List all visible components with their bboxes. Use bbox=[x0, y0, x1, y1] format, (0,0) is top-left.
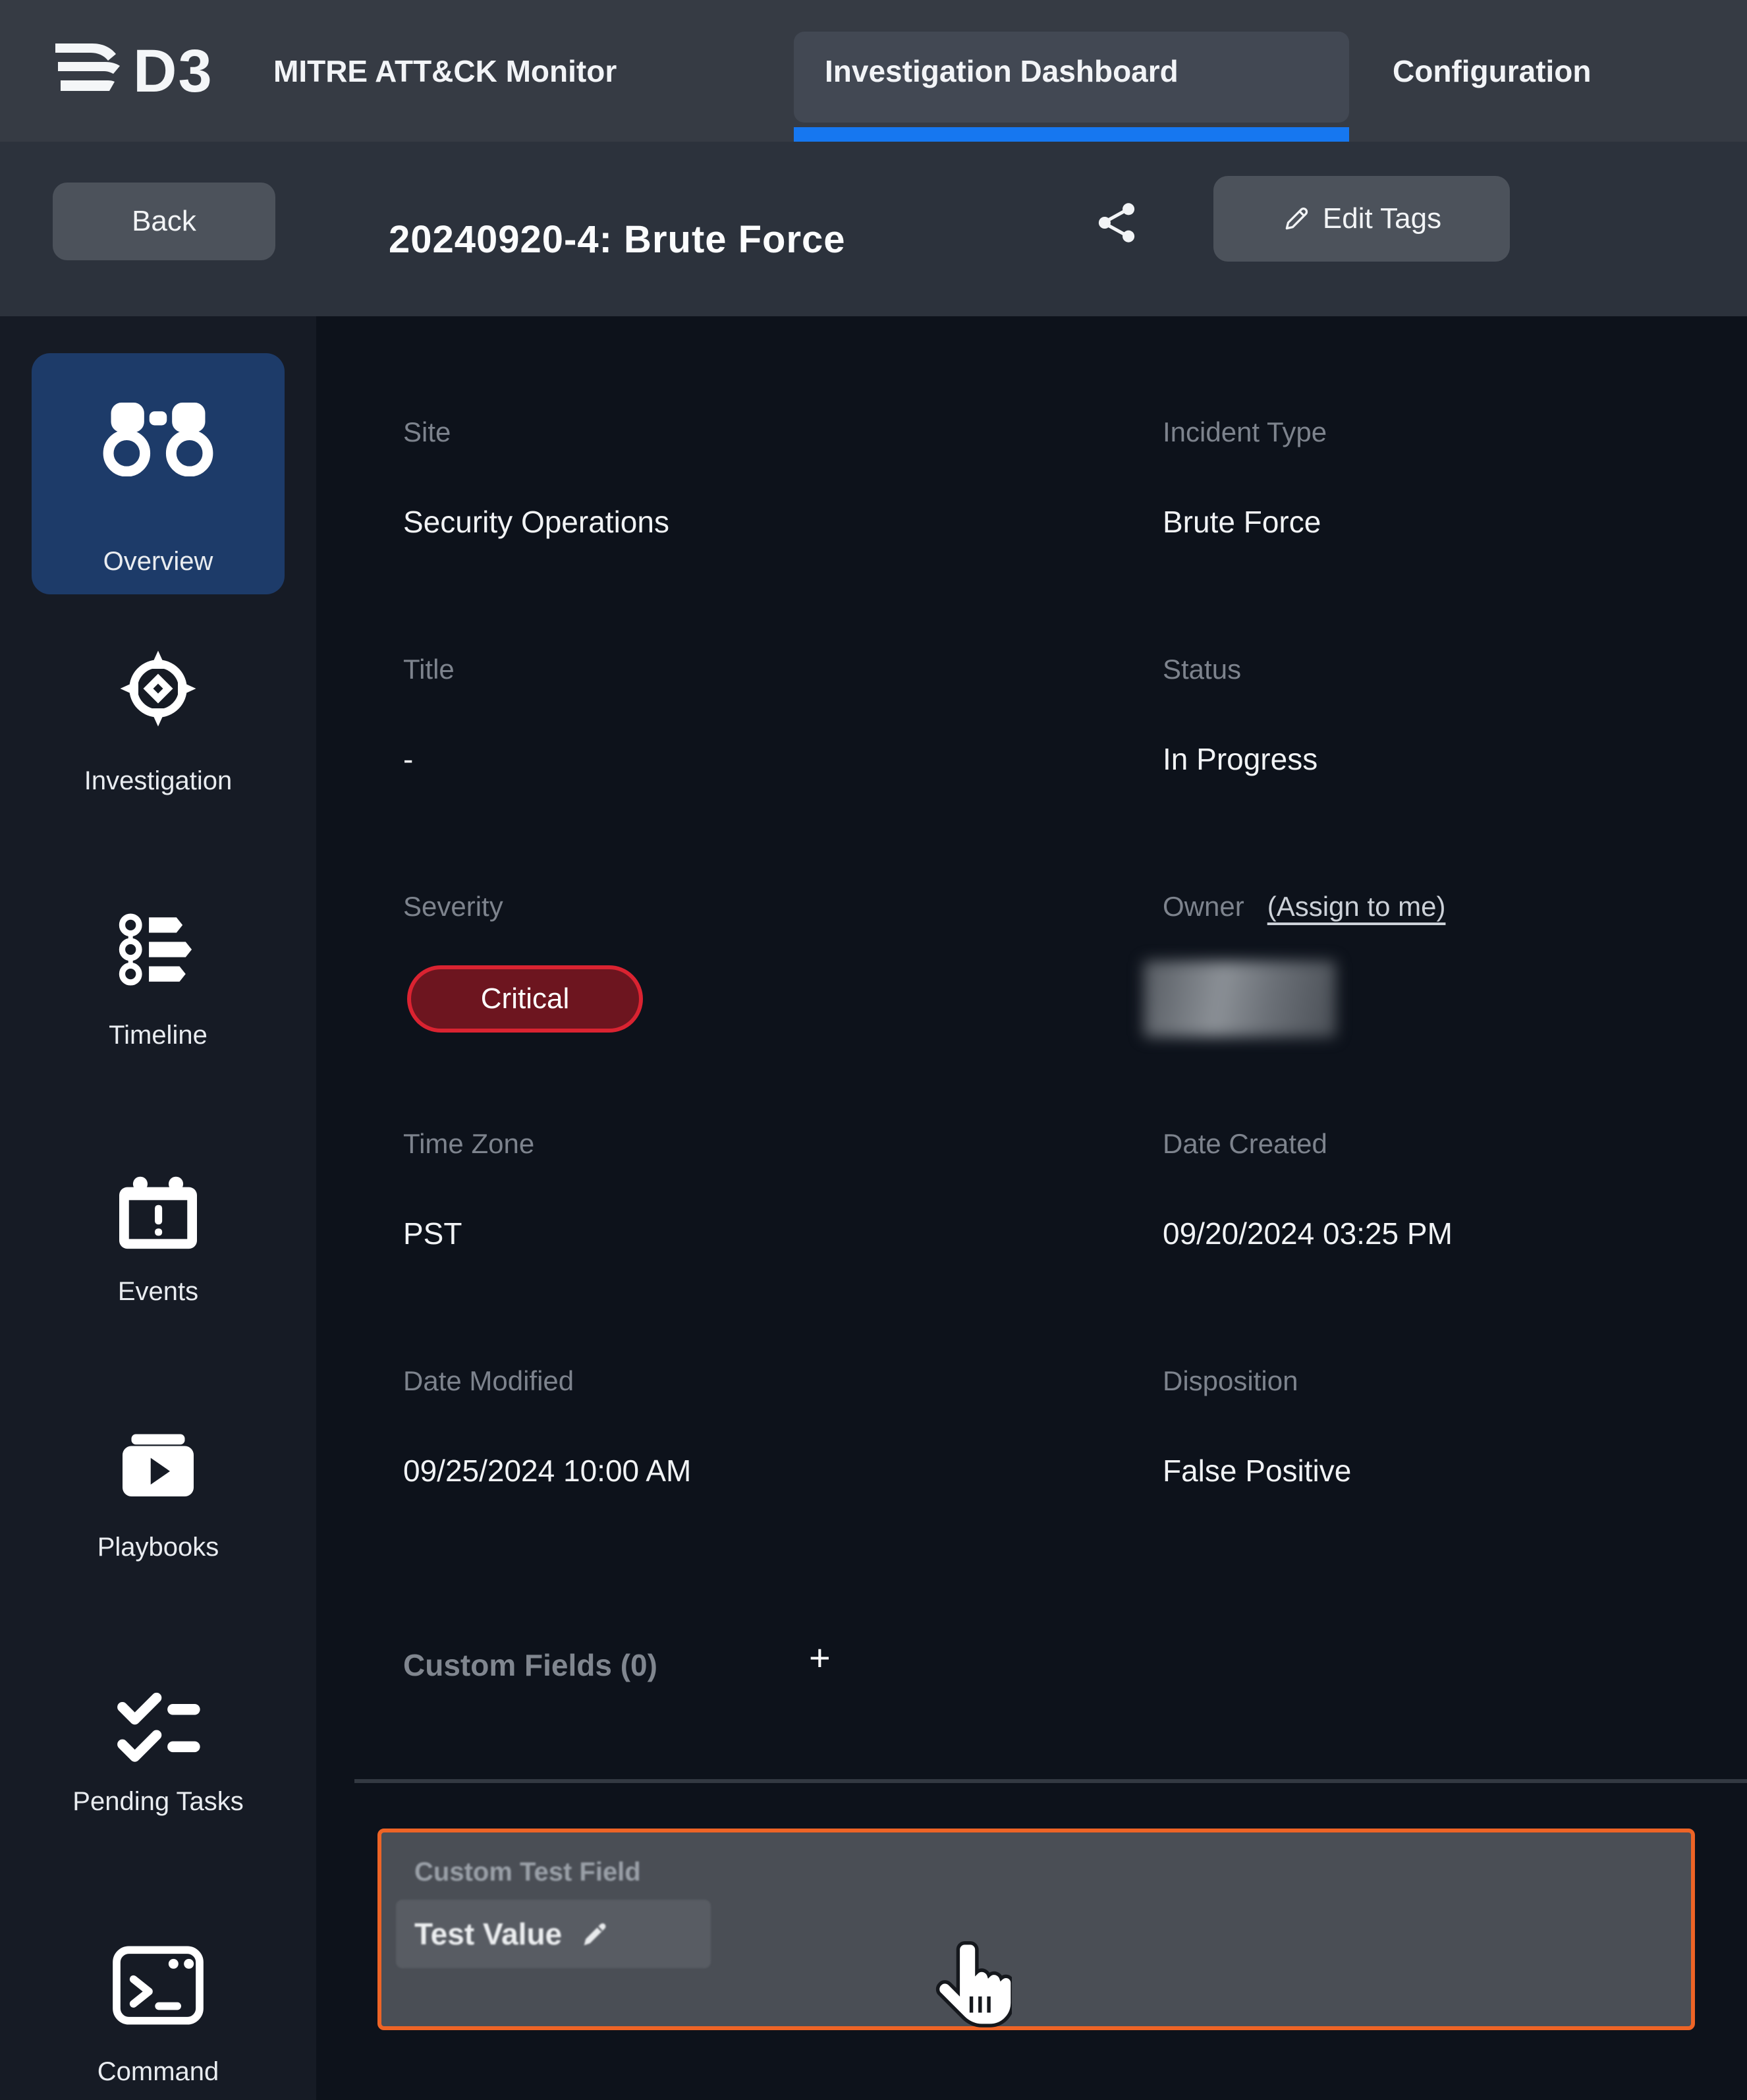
section-divider bbox=[354, 1779, 1747, 1783]
field-value-status: In Progress bbox=[1163, 741, 1317, 777]
share-icon[interactable] bbox=[1096, 202, 1137, 243]
overview-panel: Site Security Operations Incident Type B… bbox=[316, 316, 1747, 2100]
field-label-site: Site bbox=[403, 416, 451, 448]
severity-badge-critical: Critical bbox=[407, 965, 643, 1033]
field-label-owner: Owner (Assign to me) bbox=[1163, 891, 1445, 922]
investigation-dashboard-app: D3 MITRE ATT&CK Monitor Investigation Da… bbox=[0, 0, 1747, 2100]
timeline-icon bbox=[0, 913, 316, 986]
field-label-date-modified: Date Modified bbox=[403, 1365, 574, 1397]
playbook-icon bbox=[0, 1433, 316, 1501]
field-label-date-created: Date Created bbox=[1163, 1128, 1327, 1160]
nav-tab-investigation-dashboard[interactable]: Investigation Dashboard bbox=[825, 0, 1179, 142]
edit-tags-button[interactable]: Edit Tags bbox=[1213, 176, 1510, 262]
incident-title: 20240920-4: Brute Force bbox=[389, 217, 846, 262]
pencil-icon bbox=[1282, 204, 1311, 233]
field-value-site: Security Operations bbox=[403, 504, 669, 540]
field-label-incident-type: Incident Type bbox=[1163, 416, 1327, 448]
field-label-time-zone: Time Zone bbox=[403, 1128, 534, 1160]
custom-test-field-label: Custom Test Field bbox=[414, 1858, 641, 1887]
field-value-incident-type: Brute Force bbox=[1163, 504, 1321, 540]
field-value-date-created: 09/20/2024 03:25 PM bbox=[1163, 1216, 1453, 1251]
nav-tab-configuration[interactable]: Configuration bbox=[1393, 0, 1592, 142]
d3-logo-mark bbox=[50, 38, 129, 104]
back-button[interactable]: Back bbox=[53, 183, 275, 260]
custom-test-field-value-chip[interactable]: Test Value bbox=[396, 1900, 711, 1968]
add-custom-field-button[interactable]: + bbox=[809, 1639, 831, 1676]
field-value-title: - bbox=[403, 741, 413, 777]
edit-value-pencil-icon[interactable] bbox=[579, 1919, 609, 1949]
sidebar-item-label: Playbooks bbox=[0, 1533, 316, 1562]
d3-logo: D3 bbox=[50, 38, 213, 104]
nav-tab-mitre-attack-monitor[interactable]: MITRE ATT&CK Monitor bbox=[273, 0, 617, 142]
target-icon bbox=[0, 649, 316, 728]
sidebar: Overview Investigation bbox=[0, 316, 316, 2100]
hand-cursor-icon bbox=[934, 1937, 1012, 2043]
custom-test-field-value: Test Value bbox=[414, 1916, 562, 1952]
d3-logo-text: D3 bbox=[133, 41, 213, 101]
owner-redacted-value bbox=[1144, 961, 1336, 1037]
terminal-icon bbox=[0, 1945, 316, 2026]
incident-header: Back 20240920-4: Brute Force Edit Tags bbox=[0, 142, 1747, 316]
field-label-disposition: Disposition bbox=[1163, 1365, 1298, 1397]
edit-tags-label: Edit Tags bbox=[1323, 202, 1441, 235]
assign-to-me-link[interactable]: (Assign to me) bbox=[1267, 891, 1446, 922]
top-nav: D3 MITRE ATT&CK Monitor Investigation Da… bbox=[0, 0, 1747, 142]
custom-field-box-content: Custom Test Field Test Value bbox=[381, 1832, 1691, 2026]
binoculars-icon bbox=[0, 399, 316, 476]
custom-fields-heading: Custom Fields (0) bbox=[403, 1647, 657, 1683]
tasks-icon bbox=[0, 1689, 316, 1762]
field-value-disposition: False Positive bbox=[1163, 1453, 1351, 1489]
field-label-status: Status bbox=[1163, 654, 1241, 685]
sidebar-item-label: Command bbox=[0, 2057, 316, 2087]
field-label-title: Title bbox=[403, 654, 455, 685]
field-value-date-modified: 09/25/2024 10:00 AM bbox=[403, 1453, 691, 1489]
sidebar-item-label: Overview bbox=[0, 547, 316, 577]
custom-field-highlight-box: Custom Test Field Test Value bbox=[377, 1829, 1695, 2030]
field-value-time-zone: PST bbox=[403, 1216, 462, 1251]
calendar-alert-icon bbox=[0, 1174, 316, 1252]
sidebar-item-label: Events bbox=[0, 1277, 316, 1307]
sidebar-item-label: Timeline bbox=[0, 1021, 316, 1050]
sidebar-item-label: Pending Tasks bbox=[0, 1787, 316, 1817]
field-label-severity: Severity bbox=[403, 891, 503, 922]
active-tab-underline bbox=[794, 127, 1349, 142]
back-button-label: Back bbox=[132, 205, 196, 238]
sidebar-item-label: Investigation bbox=[0, 766, 316, 796]
